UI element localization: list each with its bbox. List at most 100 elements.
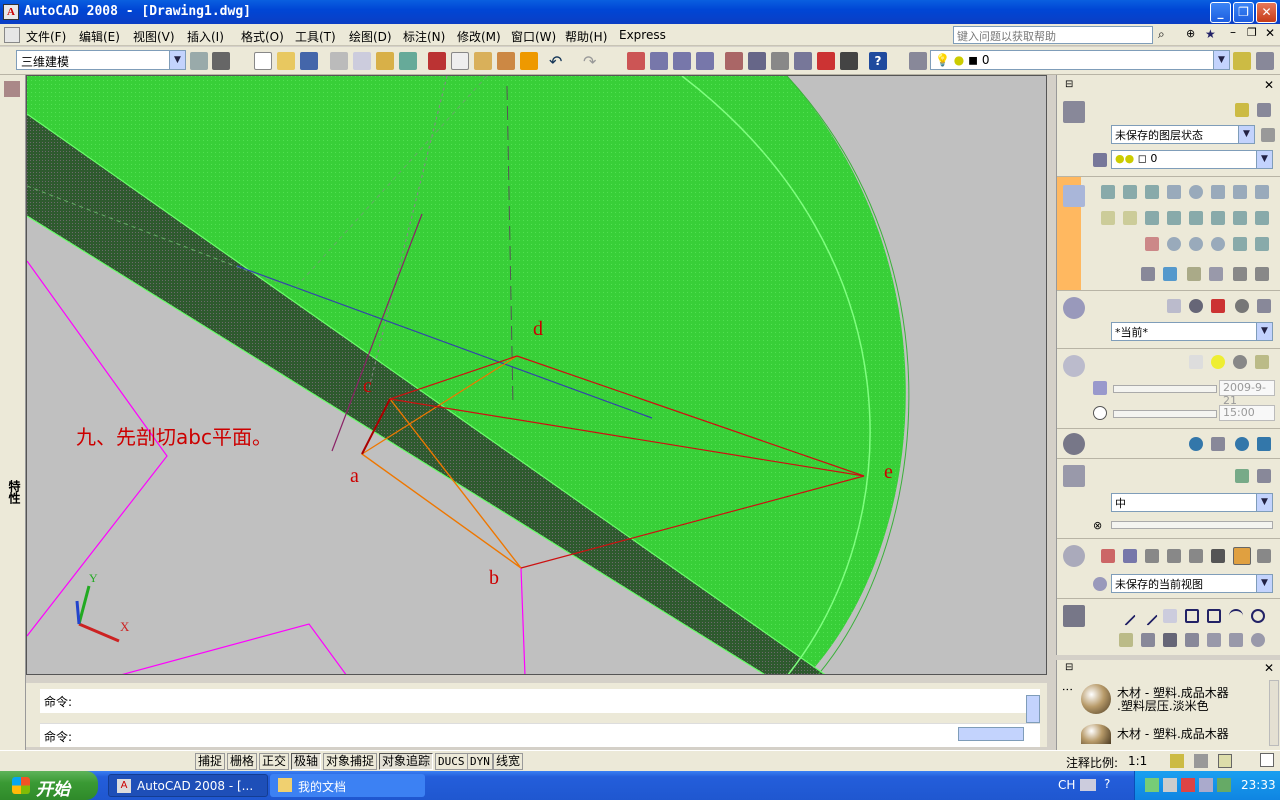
thicken-icon[interactable]: [1255, 237, 1269, 251]
light-list-icon[interactable]: [1255, 355, 1269, 369]
menu-dimension[interactable]: 标注(N): [403, 28, 445, 45]
properties-palette-strip[interactable]: 特性: [0, 75, 26, 750]
sun-properties-icon[interactable]: [1233, 355, 1247, 369]
rotate-icon[interactable]: [1251, 633, 1265, 647]
collapse-icon[interactable]: ⊟: [1065, 662, 1073, 673]
properties-icon[interactable]: [4, 81, 20, 97]
security-icon[interactable]: [1181, 778, 1195, 792]
pan-icon[interactable]: [1101, 549, 1115, 563]
menu-file[interactable]: 文件(F): [26, 28, 66, 45]
solid-edit-icon[interactable]: [1141, 267, 1155, 281]
material-item-2-line1[interactable]: 木材 - 塑料.成品木器: [1117, 728, 1229, 741]
gradient-icon[interactable]: [1185, 633, 1199, 647]
menu-insert[interactable]: 插入(I): [187, 28, 224, 45]
menu-format[interactable]: 格式(O): [241, 28, 284, 45]
layers-panel-icon[interactable]: [1063, 101, 1085, 123]
solid-history-icon[interactable]: [1163, 267, 1177, 281]
block-editor-icon[interactable]: [520, 52, 538, 70]
render-button-icon[interactable]: [1235, 469, 1249, 483]
date-slider[interactable]: [1113, 385, 1217, 393]
layer-state-select[interactable]: 未保存的图层状态 ▼: [1111, 125, 1255, 144]
publish-icon[interactable]: [376, 52, 394, 70]
communication-icon[interactable]: ⊕: [1186, 27, 1195, 40]
menu-help[interactable]: 帮助(H): [565, 28, 607, 45]
help-icon[interactable]: ?: [869, 52, 887, 70]
menu-tools[interactable]: 工具(T): [295, 28, 336, 45]
paste-icon[interactable]: [474, 52, 492, 70]
plot-icon[interactable]: [330, 52, 348, 70]
drawing-viewport[interactable]: a b c d e 九、先剖切abc平面。 Y X: [26, 75, 1047, 675]
command-scrollbar[interactable]: [1026, 695, 1040, 723]
help-tray-icon[interactable]: ?: [1104, 777, 1110, 791]
osnap-toggle[interactable]: 对象捕捉: [323, 753, 378, 770]
rectangle-icon[interactable]: [1207, 609, 1221, 623]
loft-icon[interactable]: [1233, 211, 1247, 225]
material-attach-icon[interactable]: [1211, 437, 1225, 451]
light-glyph-icon[interactable]: [1189, 355, 1203, 369]
union-icon[interactable]: [1167, 237, 1181, 251]
markup-icon[interactable]: [817, 52, 835, 70]
view-select[interactable]: 未保存的当前视图 ▼: [1111, 574, 1273, 593]
box-icon[interactable]: [1101, 185, 1115, 199]
palette-scrollbar[interactable]: [1269, 680, 1279, 746]
layer-state-manager-icon[interactable]: [1261, 128, 1275, 142]
drawing-canvas[interactable]: a b c d e 九、先剖切abc平面。 Y X: [27, 76, 1047, 675]
region-icon[interactable]: [1207, 633, 1221, 647]
menu-modify[interactable]: 修改(M): [457, 28, 501, 45]
open-file-icon[interactable]: [277, 52, 295, 70]
toolbar-lock-icon[interactable]: [1218, 754, 1232, 768]
make-current-layer-icon[interactable]: [1233, 52, 1251, 70]
zoom-previous-icon[interactable]: [696, 52, 714, 70]
zoom-icon[interactable]: [1123, 549, 1137, 563]
workspace-settings-icon[interactable]: [190, 52, 208, 70]
sweep-icon[interactable]: [1189, 211, 1203, 225]
section-plane-icon[interactable]: [1145, 237, 1159, 251]
material-mapping-icon[interactable]: [1257, 437, 1271, 451]
grid-toggle[interactable]: 栅格: [227, 753, 258, 770]
clean-screen-icon[interactable]: [1260, 753, 1274, 767]
extract-edges-icon[interactable]: [1233, 267, 1247, 281]
3d-dwf-icon[interactable]: [399, 52, 417, 70]
layer-properties-icon[interactable]: [1093, 153, 1107, 167]
camera-icon[interactable]: [1211, 549, 1225, 563]
torus-icon[interactable]: [1233, 185, 1247, 199]
command-input[interactable]: 命令:: [40, 723, 1040, 747]
search-icon[interactable]: ⌕: [1158, 27, 1165, 42]
palette-tab-label[interactable]: ⋮: [1061, 684, 1074, 695]
network-icon[interactable]: [1145, 778, 1159, 792]
spline-icon[interactable]: [1141, 633, 1155, 647]
polar-toggle[interactable]: 极轴: [291, 753, 322, 770]
command-hscroll[interactable]: [958, 727, 1024, 741]
annotation-visibility-icon[interactable]: [1170, 754, 1184, 768]
3d-hidden-icon[interactable]: [1189, 299, 1203, 313]
menu-window[interactable]: 窗口(W): [511, 28, 556, 45]
match-properties-icon[interactable]: [497, 52, 515, 70]
annotation-scale-value[interactable]: 1:1: [1128, 754, 1147, 768]
task-my-documents[interactable]: 我的文档: [270, 774, 425, 797]
palette-close-button[interactable]: ✕: [1264, 661, 1274, 675]
update-icon[interactable]: [1199, 778, 1213, 792]
materials-window-icon[interactable]: [1235, 437, 1249, 451]
walk-icon[interactable]: [1189, 549, 1203, 563]
undo-icon[interactable]: ↶: [549, 52, 567, 71]
move-icon[interactable]: [1229, 633, 1243, 647]
auto-scale-icon[interactable]: [1194, 754, 1208, 768]
interfere-icon[interactable]: [1233, 237, 1247, 251]
close-button[interactable]: ✕: [1256, 2, 1277, 23]
orbit-icon[interactable]: [1145, 549, 1159, 563]
circle-icon[interactable]: [1251, 609, 1265, 623]
start-button[interactable]: 开始: [0, 771, 98, 800]
subtract-icon[interactable]: [1189, 237, 1203, 251]
render-preset-select[interactable]: 中 ▼: [1111, 493, 1273, 512]
pan-icon[interactable]: [627, 52, 645, 70]
zoom-window-icon[interactable]: [673, 52, 691, 70]
free-orbit-icon[interactable]: [1167, 549, 1181, 563]
new-file-icon[interactable]: [254, 52, 272, 70]
app-tray-icon[interactable]: [1217, 778, 1231, 792]
minimize-button[interactable]: _: [1210, 2, 1231, 23]
extrude-icon[interactable]: [1145, 211, 1159, 225]
time-field[interactable]: 15:00: [1219, 405, 1275, 421]
navigation-icon[interactable]: [1063, 545, 1085, 567]
volume-icon[interactable]: [1163, 778, 1177, 792]
time-slider[interactable]: [1113, 410, 1217, 418]
